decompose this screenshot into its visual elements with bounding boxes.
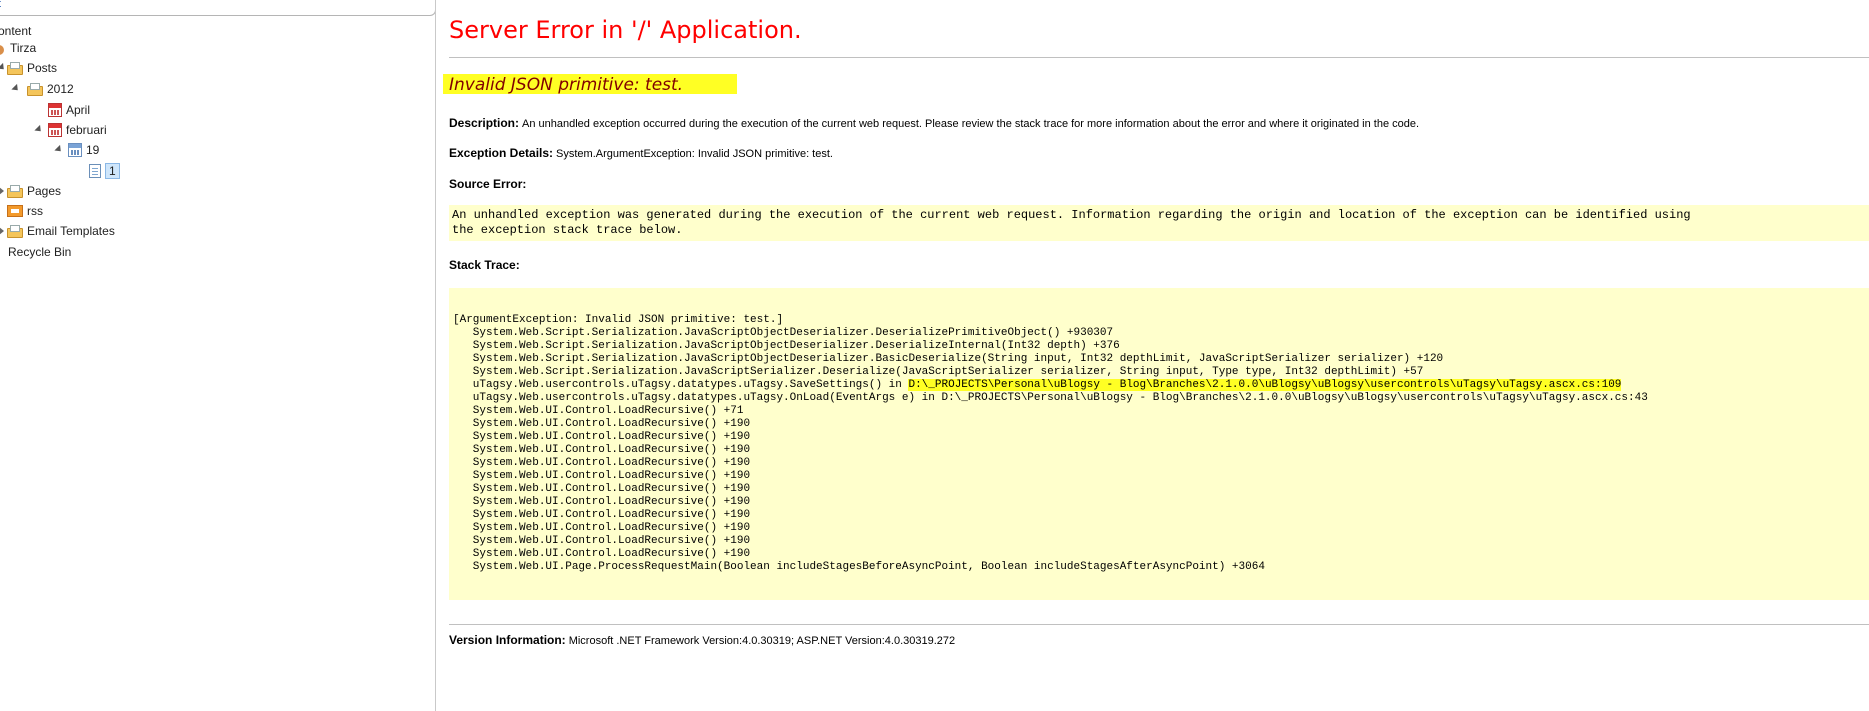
tree-node-label: April bbox=[66, 103, 91, 117]
description-line: Description: An unhandled exception occur… bbox=[449, 116, 1419, 130]
tree-node-19[interactable]: 19 bbox=[68, 141, 99, 159]
stack-trace-line: System.Web.UI.Control.LoadRecursive() +1… bbox=[453, 496, 751, 508]
stack-trace-line: System.Web.UI.Control.LoadRecursive() +7… bbox=[453, 405, 744, 417]
source-error-box: An unhandled exception was generated dur… bbox=[449, 205, 1869, 241]
folder-icon bbox=[27, 82, 43, 96]
stack-trace-line: System.Web.UI.Control.LoadRecursive() +1… bbox=[453, 509, 751, 521]
source-error-label: Source Error: bbox=[449, 177, 527, 191]
stack-trace-line: System.Web.UI.Control.LoadRecursive() +1… bbox=[453, 418, 751, 430]
error-title: Server Error in '/' Application. bbox=[449, 16, 802, 44]
stack-trace-line: uTagsy.Web.usercontrols.uTagsy.datatypes… bbox=[453, 392, 1648, 404]
tree-node-2012[interactable]: 2012 bbox=[27, 80, 74, 98]
stack-trace-box: [ArgumentException: Invalid JSON primiti… bbox=[449, 288, 1869, 600]
calendar-icon bbox=[48, 103, 62, 117]
tree-node-label: Pages bbox=[27, 184, 62, 198]
tree-node-posts[interactable]: Posts bbox=[7, 59, 57, 77]
title-divider bbox=[449, 57, 1869, 58]
description-label: Description: bbox=[449, 116, 520, 130]
expand-toggle-icon[interactable] bbox=[34, 124, 44, 135]
stack-trace-line: System.Web.Script.Serialization.JavaScri… bbox=[453, 327, 1114, 339]
tree-node-email-templates[interactable]: Email Templates bbox=[7, 222, 115, 240]
tree-node-recycle-bin[interactable]: Recycle Bin bbox=[8, 243, 71, 261]
collapse-toggle-icon[interactable] bbox=[0, 187, 4, 195]
calendar-icon bbox=[48, 123, 62, 137]
tree-node-label: Email Templates bbox=[27, 224, 115, 238]
stack-trace-line: System.Web.UI.Control.LoadRecursive() +1… bbox=[453, 548, 751, 560]
source-error-line: the exception stack trace below. bbox=[452, 223, 683, 237]
exception-details-line: Exception Details: System.ArgumentExcepti… bbox=[449, 146, 833, 160]
user-icon bbox=[0, 41, 6, 55]
expand-toggle-icon[interactable] bbox=[0, 62, 7, 73]
stack-trace-line-highlighted: uTagsy.Web.usercontrols.uTagsy.datatypes… bbox=[453, 379, 1865, 392]
expand-toggle-icon[interactable] bbox=[54, 144, 64, 155]
stack-trace-line: System.Web.UI.Control.LoadRecursive() +1… bbox=[453, 470, 751, 482]
collapse-toggle-icon[interactable] bbox=[0, 227, 4, 235]
stack-trace-line: [ArgumentException: Invalid JSON primiti… bbox=[453, 314, 784, 326]
tree-node-label: rss bbox=[27, 204, 43, 218]
stack-trace-label: Stack Trace: bbox=[449, 258, 520, 272]
tree-node-label: februari bbox=[66, 123, 107, 137]
version-information-text: Microsoft .NET Framework Version:4.0.303… bbox=[568, 635, 956, 647]
tree-node-tirza[interactable]: Tirza bbox=[0, 39, 36, 57]
stack-trace-line: System.Web.UI.Control.LoadRecursive() +1… bbox=[453, 457, 751, 469]
tree-node-label: ontent bbox=[0, 24, 32, 38]
source-error-line: An unhandled exception was generated dur… bbox=[452, 208, 1691, 222]
stack-trace-line: System.Web.UI.Page.ProcessRequestMain(Bo… bbox=[453, 561, 1265, 573]
folder-icon bbox=[7, 61, 23, 75]
tree-node-label-selected: 1 bbox=[105, 163, 120, 179]
folder-icon bbox=[7, 224, 23, 238]
stack-trace-line: System.Web.Script.Serialization.JavaScri… bbox=[453, 340, 1120, 352]
content-tree-panel: t ontent Tirza Posts 2012 April februari… bbox=[0, 0, 436, 711]
tree-node-post-1[interactable]: 1 bbox=[89, 162, 120, 180]
tree-node-februari[interactable]: februari bbox=[48, 121, 107, 139]
tree-header: t bbox=[0, 0, 435, 16]
description-text: An unhandled exception occurred during t… bbox=[522, 118, 1420, 130]
error-page: Server Error in '/' Application. Invalid… bbox=[443, 0, 1869, 711]
stack-trace-line: System.Web.UI.Control.LoadRecursive() +1… bbox=[453, 431, 751, 443]
highlighted-source-path: D:\_PROJECTS\Personal\uBlogsy - Blog\Bra… bbox=[908, 379, 1622, 391]
error-message: Invalid JSON primitive: test. bbox=[449, 75, 684, 95]
tree-node-label: Posts bbox=[27, 61, 58, 75]
rss-icon bbox=[7, 205, 23, 217]
stack-trace-line: System.Web.UI.Control.LoadRecursive() +1… bbox=[453, 535, 751, 547]
tree-node-label: 2012 bbox=[47, 82, 74, 96]
stack-trace-line: System.Web.UI.Control.LoadRecursive() +1… bbox=[453, 522, 751, 534]
stack-trace-frame: uTagsy.Web.usercontrols.uTagsy.datatypes… bbox=[453, 379, 909, 391]
stack-trace-line: System.Web.UI.Control.LoadRecursive() +1… bbox=[453, 483, 751, 495]
tree-node-pages[interactable]: Pages bbox=[7, 182, 61, 200]
tree-node-label: Recycle Bin bbox=[8, 245, 72, 259]
exception-details-text: System.ArgumentException: Invalid JSON p… bbox=[556, 148, 833, 160]
version-divider bbox=[449, 624, 1869, 625]
stack-trace-line: System.Web.Script.Serialization.JavaScri… bbox=[453, 366, 1424, 378]
version-information-line: Version Information: Microsoft .NET Frame… bbox=[449, 633, 955, 647]
stack-trace-line: System.Web.Script.Serialization.JavaScri… bbox=[453, 353, 1444, 365]
calendar-icon bbox=[68, 143, 82, 157]
tree-node-label: Tirza bbox=[10, 41, 37, 55]
folder-icon bbox=[7, 184, 23, 198]
stack-trace-line: System.Web.UI.Control.LoadRecursive() +1… bbox=[453, 444, 751, 456]
tree-node-april[interactable]: April bbox=[48, 101, 90, 119]
tree-node-label: 19 bbox=[86, 143, 100, 157]
tree-header-link[interactable]: t bbox=[0, 0, 1, 10]
expand-toggle-icon[interactable] bbox=[11, 83, 21, 94]
tree-node-rss[interactable]: rss bbox=[7, 202, 43, 220]
tree-node-content[interactable]: ontent bbox=[0, 22, 31, 40]
exception-details-label: Exception Details: bbox=[449, 146, 554, 160]
document-icon bbox=[89, 164, 101, 178]
version-information-label: Version Information: bbox=[449, 633, 566, 647]
